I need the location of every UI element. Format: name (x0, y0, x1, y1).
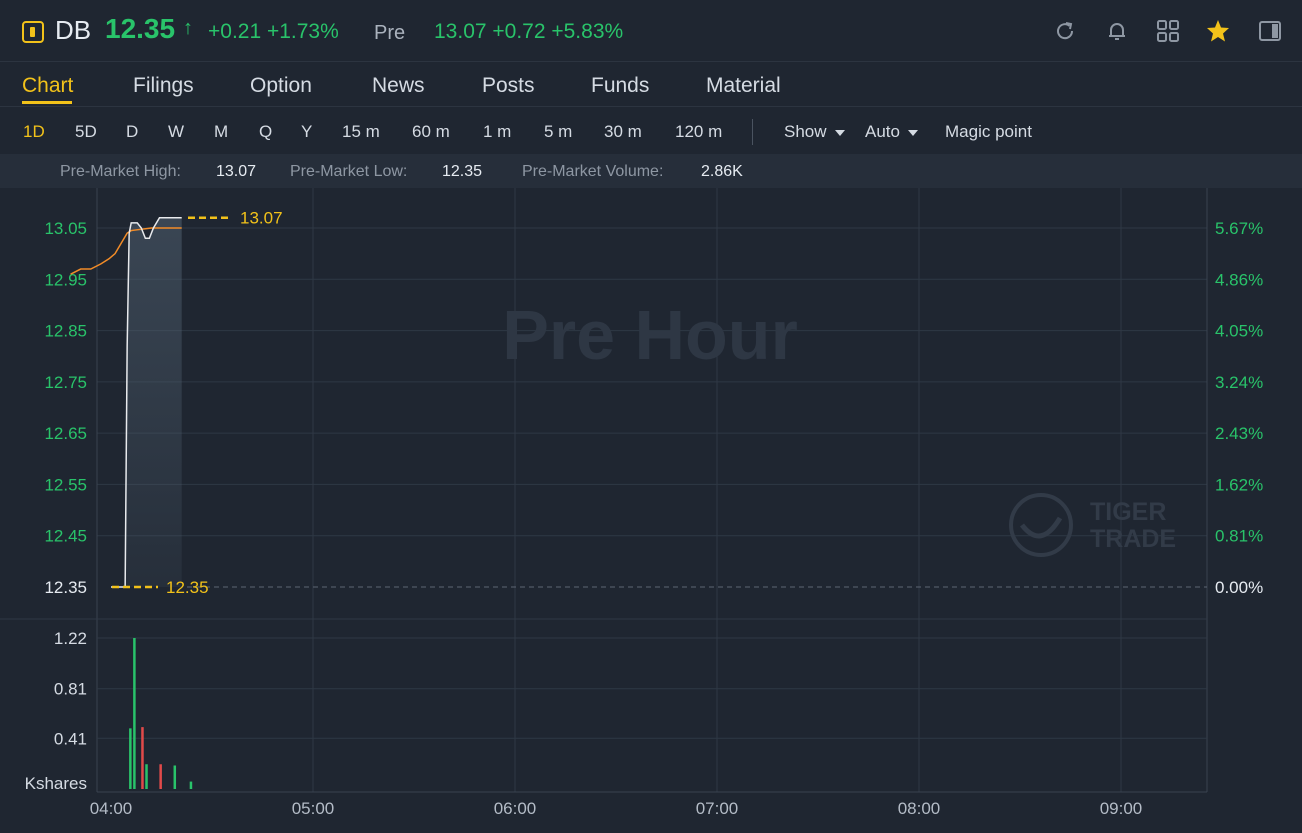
tiger-logo-stripe (1020, 516, 1063, 539)
y-pct-tick-label: 5.67% (1215, 219, 1263, 238)
period-30m[interactable]: 30 m (604, 122, 642, 142)
y-tick-label: 12.55 (44, 475, 87, 494)
period-week[interactable]: W (168, 122, 184, 142)
price-chart[interactable]: 04:00 05:00 06:00 07:00 08:00 09:00 13.05 5.67%… (0, 188, 1302, 833)
high-marker-label: 13.07 (240, 209, 283, 228)
period-1d[interactable]: 1D (23, 122, 45, 142)
period-year[interactable]: Y (301, 122, 312, 142)
pre-volume-value: 2.86K (701, 163, 743, 180)
volume-bar (141, 727, 144, 789)
y-pct-tick-label: 4.86% (1215, 270, 1263, 289)
grid-icon[interactable] (1155, 18, 1181, 44)
y-pct-tick-label: 4.05% (1215, 322, 1263, 341)
star-icon[interactable] (1205, 18, 1231, 44)
y-pct-tick-label: 0.00% (1215, 578, 1263, 597)
pre-low-label: Pre-Market Low: (290, 163, 408, 180)
volume-bar (145, 764, 148, 789)
quote-header: DB 12.35 ↑ +0.21 +1.73% Pre 13.07 +0.72 … (0, 0, 1302, 62)
y-tick-label: 12.75 (44, 373, 87, 392)
volume-bar (133, 638, 136, 789)
price-change: +0.21 +1.73% (208, 20, 339, 43)
volume-tick-label: 0.41 (54, 729, 87, 748)
caret-down-icon (907, 129, 918, 136)
tab-funds[interactable]: Funds (591, 74, 649, 98)
bell-icon[interactable] (1104, 18, 1130, 44)
price-area-fill (111, 217, 182, 587)
tab-news[interactable]: News (372, 74, 425, 98)
period-1m[interactable]: 1 m (483, 122, 511, 142)
pre-volume-label: Pre-Market Volume: (522, 163, 664, 180)
show-dropdown[interactable]: Show (784, 122, 845, 142)
last-price: 12.35 (105, 13, 176, 44)
tab-filings[interactable]: Filings (133, 74, 194, 98)
auto-dropdown-label: Auto (865, 122, 900, 141)
auto-dropdown[interactable]: Auto (865, 122, 918, 142)
period-120m[interactable]: 120 m (675, 122, 722, 142)
pre-market-quote: 13.07 +0.72 +5.83% (434, 20, 624, 43)
period-60m[interactable]: 60 m (412, 122, 450, 142)
tab-chart[interactable]: Chart (22, 74, 73, 98)
y-pct-tick-label: 0.81% (1215, 527, 1263, 546)
volume-bar (159, 764, 162, 789)
pre-market-label: Pre (374, 22, 406, 44)
brand-watermark-line: TRADE (1090, 525, 1176, 553)
volume-bar (189, 781, 193, 789)
period-toolbar: 1D 5D D W M Q Y 15 m 60 m 1 m 5 m 30 m 1… (0, 107, 1302, 154)
x-tick-label: 09:00 (1100, 799, 1143, 818)
period-5m[interactable]: 5 m (544, 122, 572, 142)
x-tick-label: 08:00 (898, 799, 941, 818)
caret-down-icon (834, 129, 845, 136)
volume-unit-label: Kshares (25, 774, 87, 793)
y-pct-tick-label: 1.62% (1215, 475, 1263, 494)
pre-high-label: Pre-Market High: (60, 163, 181, 180)
magic-point-button[interactable]: Magic point (945, 122, 1032, 142)
low-marker-label: 12.35 (166, 578, 209, 597)
y-tick-label: 13.05 (44, 219, 87, 238)
symbol: DB (55, 15, 92, 45)
up-arrow-icon: ↑ (183, 17, 193, 39)
y-tick-label: 12.45 (44, 527, 87, 546)
active-tab-indicator (22, 101, 72, 104)
volume-bar (173, 765, 177, 789)
sidebar-toggle-icon[interactable] (1257, 18, 1283, 44)
pre-hour-watermark: Pre Hour (502, 296, 798, 374)
x-tick-label: 05:00 (292, 799, 335, 818)
x-tick-label: 07:00 (696, 799, 739, 818)
brand-watermark-line: TIGER (1090, 498, 1166, 526)
market-badge-icon (22, 21, 44, 43)
y-pct-tick-label: 2.43% (1215, 424, 1263, 443)
period-day[interactable]: D (126, 122, 138, 142)
tab-bar: Chart Filings Option News Posts Funds Ma… (0, 62, 1302, 107)
y-tick-label: 12.85 (44, 322, 87, 341)
tab-posts[interactable]: Posts (482, 74, 535, 98)
period-quarter[interactable]: Q (259, 122, 272, 142)
tab-option[interactable]: Option (250, 74, 312, 98)
tab-material[interactable]: Material (706, 74, 781, 98)
volume-tick-label: 0.81 (54, 680, 87, 699)
pre-high-value: 13.07 (216, 163, 257, 180)
volume-tick-label: 1.22 (54, 629, 87, 648)
period-5d[interactable]: 5D (75, 122, 97, 142)
period-month[interactable]: M (214, 122, 228, 142)
x-tick-label: 06:00 (494, 799, 537, 818)
pre-market-stats: Pre-Market High: 13.07 Pre-Market Low: 1… (0, 154, 1302, 188)
y-pct-tick-label: 3.24% (1215, 373, 1263, 392)
show-dropdown-label: Show (784, 122, 827, 141)
y-tick-label: 12.95 (44, 270, 87, 289)
tiger-trade-watermark (1009, 493, 1073, 557)
y-tick-label: 12.65 (44, 424, 87, 443)
volume-bar (129, 728, 132, 789)
refresh-icon[interactable] (1052, 18, 1078, 44)
x-tick-label: 04:00 (90, 799, 133, 818)
pre-low-value: 12.35 (442, 163, 483, 180)
tiger-logo-icon (1009, 493, 1073, 557)
y-tick-label: 12.35 (44, 578, 87, 597)
toolbar-divider (752, 119, 753, 145)
period-15m[interactable]: 15 m (342, 122, 380, 142)
